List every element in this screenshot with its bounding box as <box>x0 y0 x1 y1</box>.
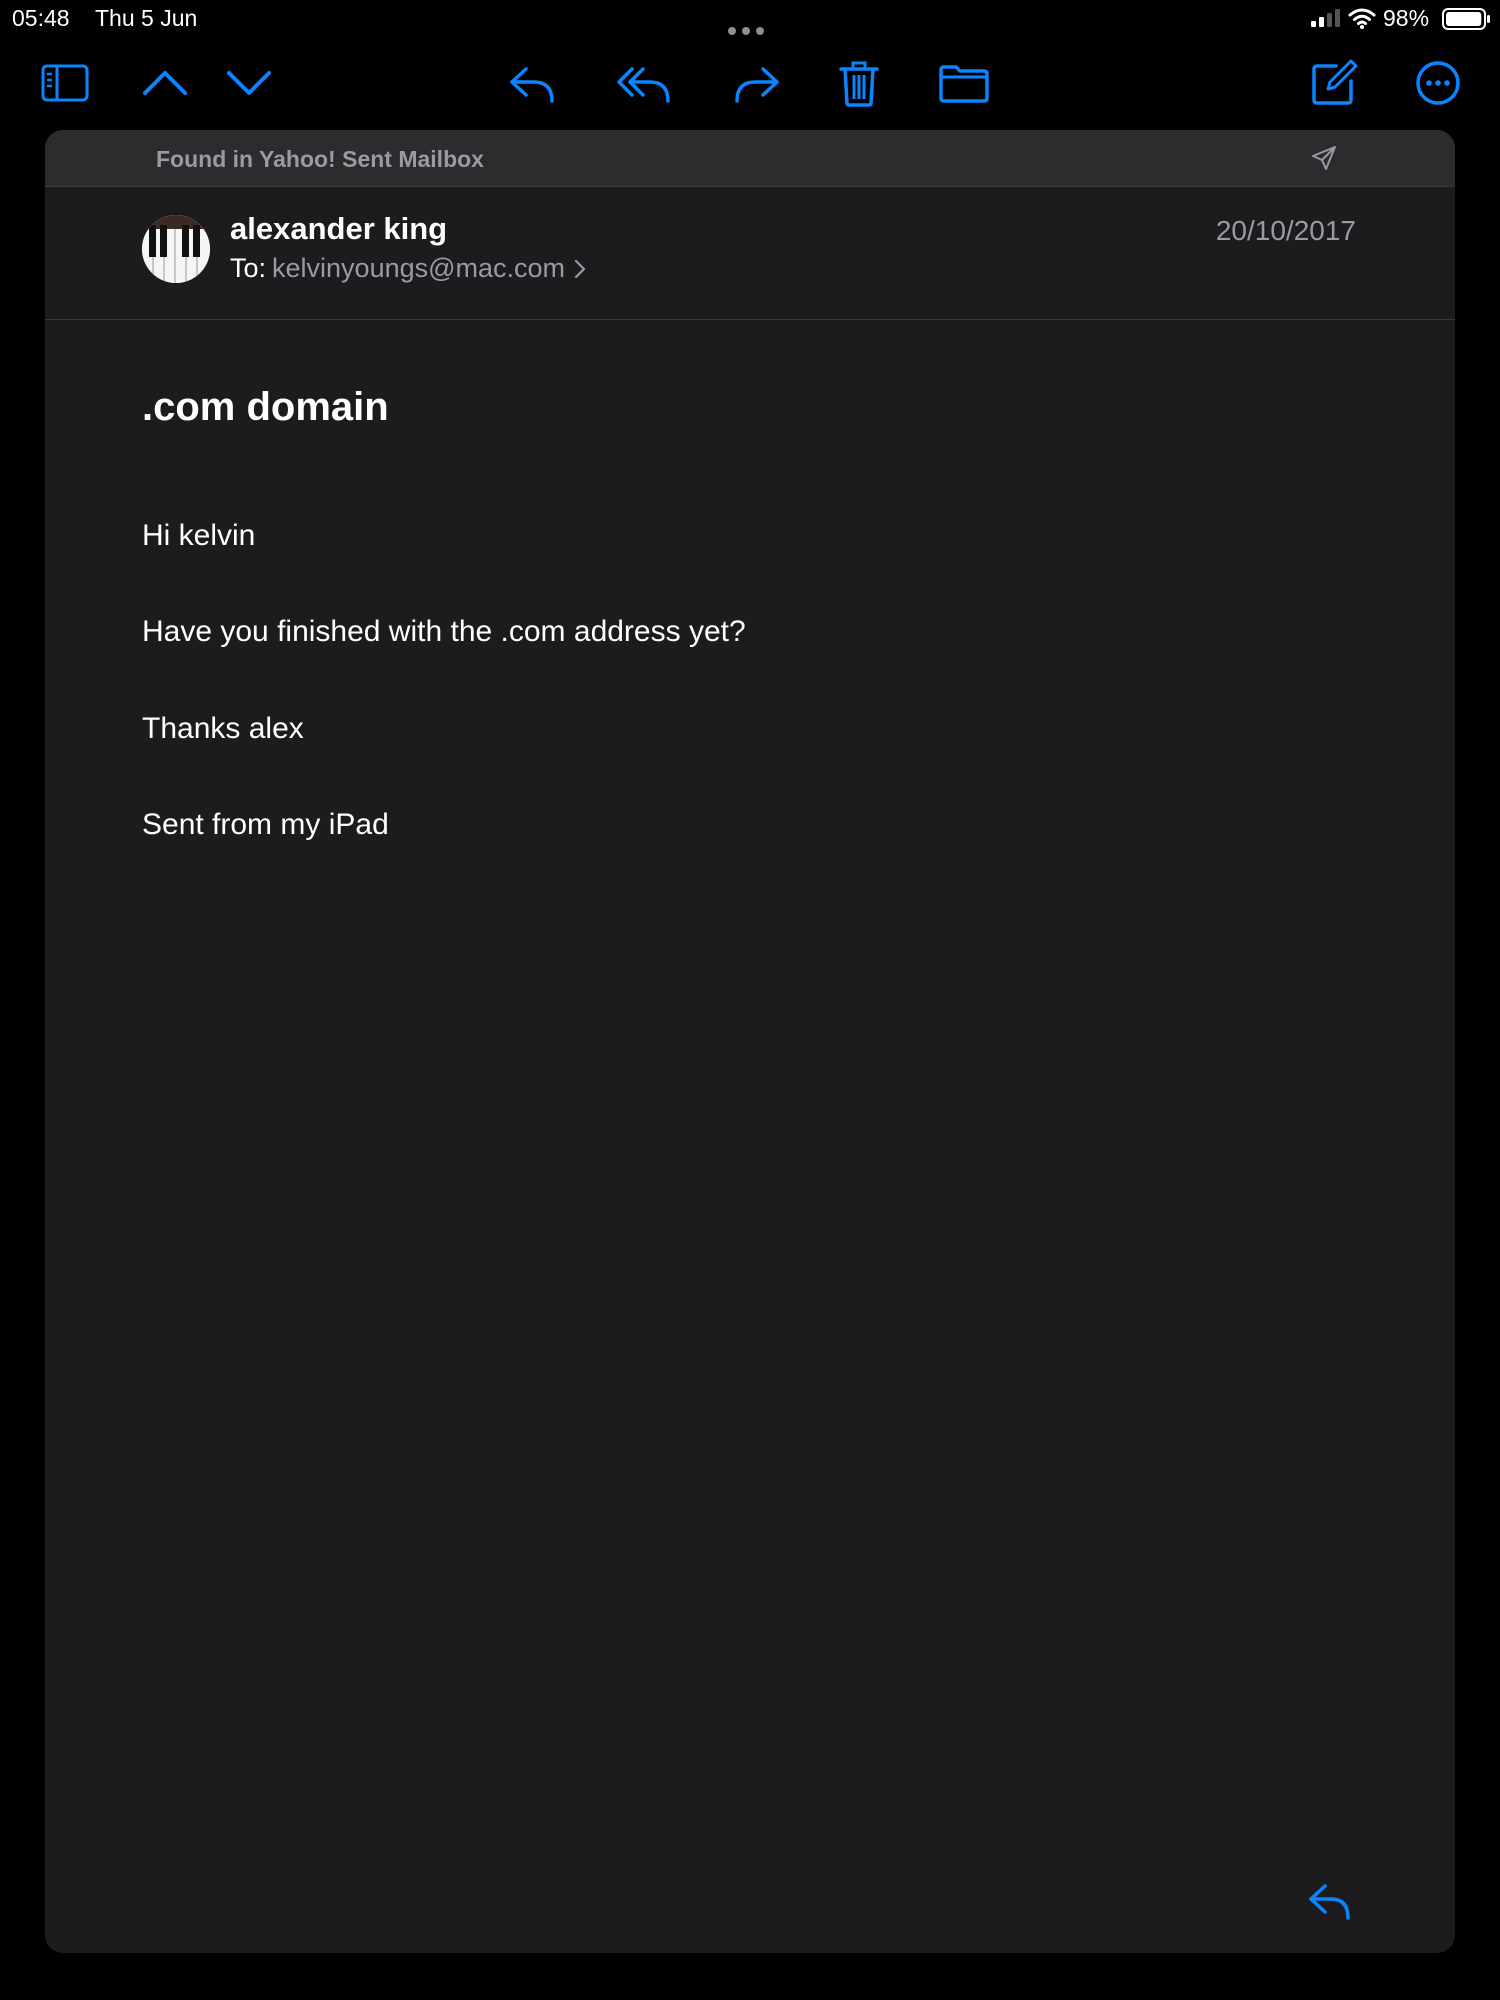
status-date: Thu 5 Jun <box>95 5 198 31</box>
status-time: 05:48 <box>12 5 70 31</box>
more-icon[interactable] <box>1410 55 1466 111</box>
body-line: Have you finished with the .com address … <box>142 615 746 648</box>
message-subject: .com domain <box>142 385 389 429</box>
to-label: To: <box>230 253 267 283</box>
message-date: 20/10/2017 <box>1215 215 1356 246</box>
battery-percent: 98% <box>1383 5 1430 31</box>
reply-icon[interactable] <box>1307 1878 1353 1924</box>
reply-all-icon[interactable] <box>616 55 672 111</box>
body-line: Sent from my iPad <box>142 808 389 841</box>
chevron-down-icon[interactable] <box>221 55 277 111</box>
chevron-up-icon[interactable] <box>137 55 193 111</box>
reply-icon[interactable] <box>504 55 560 111</box>
folder-icon[interactable] <box>936 55 992 111</box>
wifi-icon <box>1348 8 1376 29</box>
avatar[interactable] <box>142 215 210 283</box>
sent-icon <box>1312 146 1336 170</box>
mailbox-banner[interactable]: Found in Yahoo! Sent Mailbox <box>45 130 1455 187</box>
body-line: Thanks alex <box>142 712 304 745</box>
sender-name[interactable]: alexander king <box>230 211 447 247</box>
sidebar-icon[interactable] <box>37 55 93 111</box>
cellular-signal-icon <box>1311 9 1340 27</box>
body-line: Hi kelvin <box>142 519 256 552</box>
status-bar: 05:48 Thu 5 Jun 98% <box>0 0 1500 36</box>
recipient-line[interactable]: To: kelvinyoungs@mac.com <box>230 253 587 284</box>
multitasking-dots-icon[interactable] <box>728 14 772 35</box>
recipient-address[interactable]: kelvinyoungs@mac.com <box>272 253 565 283</box>
forward-icon[interactable] <box>729 55 785 111</box>
message-header: alexander king To: kelvinyoungs@mac.com 2… <box>45 187 1455 320</box>
message-card: Found in Yahoo! Sent Mailbox alexander k… <box>45 130 1455 1953</box>
trash-icon[interactable] <box>831 55 887 111</box>
compose-icon[interactable] <box>1306 55 1362 111</box>
battery-icon <box>1442 8 1490 30</box>
mailbox-banner-text: Found in Yahoo! Sent Mailbox <box>156 146 484 172</box>
chevron-right-icon[interactable] <box>573 259 587 279</box>
